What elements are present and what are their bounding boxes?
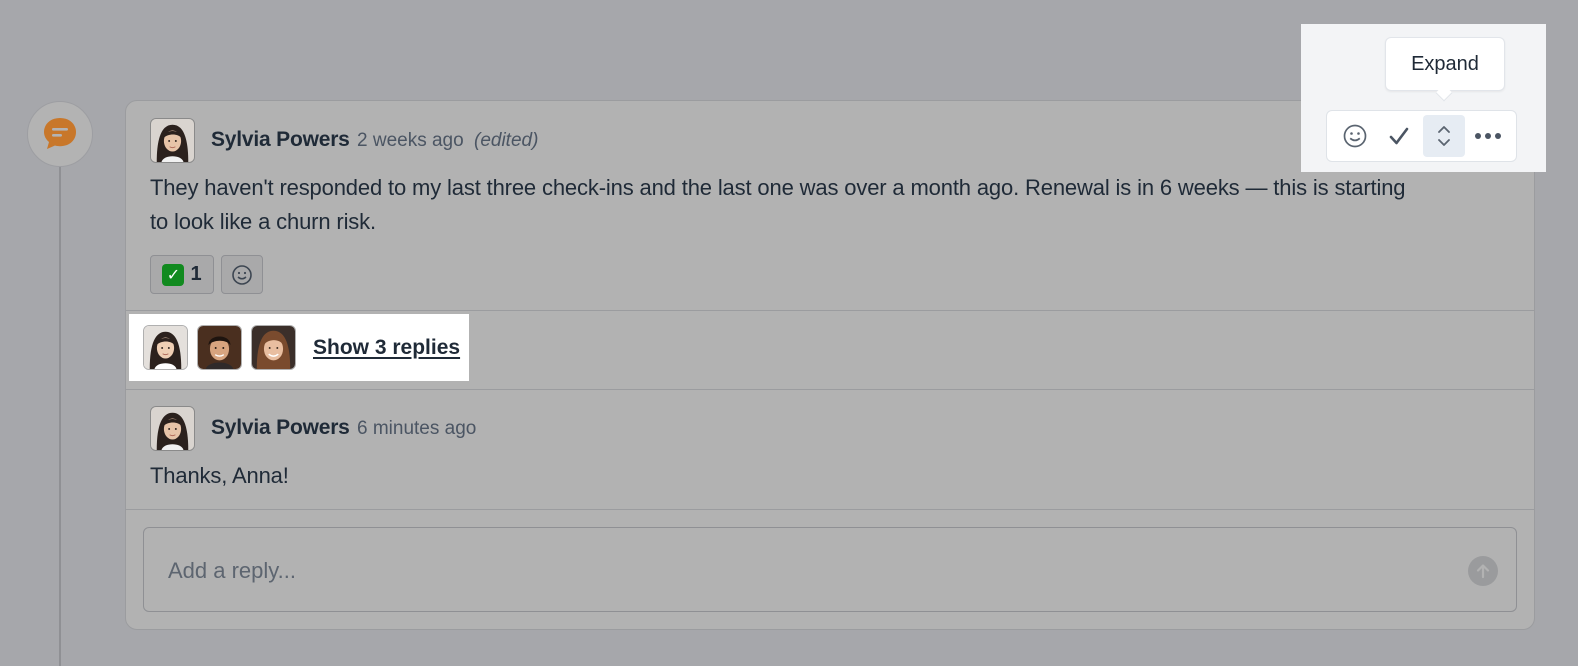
expand-icon	[1437, 126, 1450, 146]
check-emoji-icon: ✓	[162, 263, 185, 286]
send-reply-button[interactable]	[1468, 556, 1498, 586]
reaction-count: 1	[190, 263, 202, 285]
chat-bubble-icon	[44, 118, 76, 149]
page: Sylvia Powers 2 weeks ago (edited) They …	[0, 0, 1578, 666]
timeline-line	[59, 167, 61, 666]
replier-avatar-2	[197, 325, 242, 370]
expand-tooltip: Expand	[1385, 37, 1505, 91]
comment-author[interactable]: Sylvia Powers	[211, 128, 350, 152]
replier-avatar-1	[143, 325, 188, 370]
replier-avatar-3	[251, 325, 296, 370]
check-icon	[1390, 127, 1409, 145]
show-replies-link[interactable]: Show 3 replies	[313, 336, 460, 360]
comment-body-line-1: They haven't responded to my last three …	[150, 175, 1406, 200]
comment-toolbar	[1326, 110, 1517, 162]
reply-body: Thanks, Anna!	[150, 463, 289, 488]
comment-timestamp[interactable]: 2 weeks ago	[357, 130, 464, 152]
expand-button[interactable]	[1422, 115, 1465, 157]
edited-label: (edited)	[474, 130, 539, 151]
reply-author-avatar[interactable]	[150, 406, 195, 451]
reaction-check-button[interactable]: ✓ 1	[150, 255, 214, 294]
arrow-up-icon	[1476, 564, 1490, 579]
add-reaction-toolbar-button[interactable]	[1334, 115, 1376, 157]
reply-box	[143, 527, 1517, 612]
reply-comment: Sylvia Powers 6 minutes ago Thanks, Anna…	[126, 390, 1534, 510]
more-icon	[1474, 133, 1501, 139]
add-reaction-button[interactable]	[221, 255, 263, 294]
reply-input[interactable]	[168, 556, 1448, 586]
comment-body-line-2: to look like a churn risk.	[150, 209, 376, 234]
smiley-icon	[232, 264, 252, 285]
show-replies-group[interactable]: Show 3 replies	[129, 314, 469, 381]
more-options-button[interactable]	[1467, 115, 1509, 157]
reply-author[interactable]: Sylvia Powers	[211, 416, 350, 440]
comment-thread-icon	[27, 101, 93, 167]
author-avatar[interactable]	[150, 118, 195, 163]
reply-timestamp[interactable]: 6 minutes ago	[357, 418, 476, 440]
smiley-icon	[1343, 124, 1367, 148]
resolve-button[interactable]	[1378, 115, 1420, 157]
